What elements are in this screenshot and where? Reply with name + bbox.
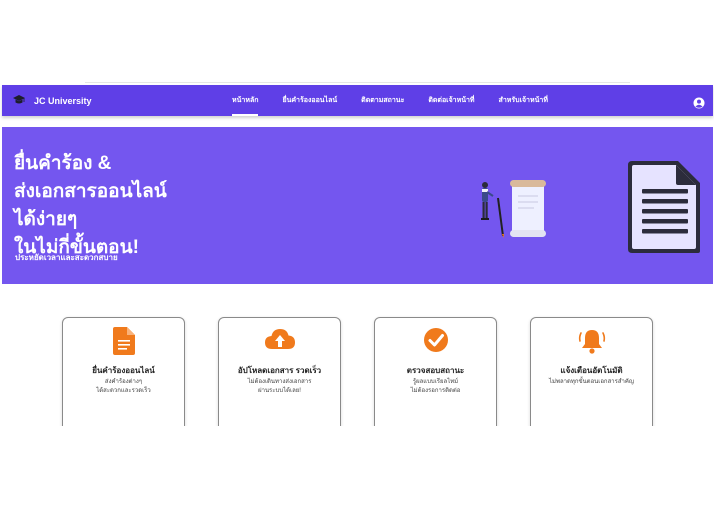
graduation-cap-icon <box>12 91 26 110</box>
feature-title: อัปโหลดเอกสาร รวดเร็ว <box>237 366 322 375</box>
cloud-upload-icon <box>264 327 296 357</box>
document-icon <box>112 327 135 359</box>
hero-title: ยื่นคำร้อง & ส่งเอกสารออนไลน์ ได้ง่ายๆ ใ… <box>14 153 167 258</box>
brand[interactable]: JC University <box>12 85 92 116</box>
nav-item-for-staff[interactable]: สำหรับเจ้าหน้าที่ <box>499 93 548 108</box>
bell-icon <box>578 327 606 359</box>
nav-item-home[interactable]: หน้าหลัก <box>232 93 259 116</box>
feature-card-submit[interactable]: ยื่นคำร้องออนไลน์ ส่งคำร้องต่างๆ ได้สะดว… <box>62 317 185 439</box>
feature-description: ไม่ต้องเดินทางส่งเอกสาร ผ่านระบบได้เลย! <box>247 379 312 394</box>
feature-description: รู้ผลแบบเรียลไทม์ ไม่ต้องรอการติดต่อ <box>410 379 461 394</box>
feature-description: ไม่พลาดทุกขั้นตอนเอกสารสำคัญ <box>549 379 634 385</box>
main-nav: หน้าหลัก ยื่นคำร้องออนไลน์ ติดตามสถานะ ต… <box>232 85 572 116</box>
navbar: JC University หน้าหลัก ยื่นคำร้องออนไลน์… <box>2 85 713 116</box>
nav-item-track-status[interactable]: ติดตามสถานะ <box>361 93 404 108</box>
user-circle-icon[interactable] <box>693 94 705 113</box>
brand-name: JC University <box>34 95 92 106</box>
feature-card-upload[interactable]: อัปโหลดเอกสาร รวดเร็ว ไม่ต้องเดินทางส่งเ… <box>218 317 341 439</box>
feature-title: แจ้งเตือนอัตโนมัติ <box>560 366 623 375</box>
feature-description: ส่งคำร้องต่างๆ ได้สะดวกและรวดเร็ว <box>96 379 151 394</box>
feature-title: ยื่นคำร้องออนไลน์ <box>92 366 155 375</box>
nav-item-contact-staff[interactable]: ติดต่อเจ้าหน้าที่ <box>428 93 474 108</box>
feature-title: ตรวจสอบสถานะ <box>406 366 465 375</box>
feature-card-status[interactable]: ตรวจสอบสถานะ รู้ผลแบบเรียลไทม์ ไม่ต้องรอ… <box>374 317 497 439</box>
page-bottom-blank <box>0 426 714 512</box>
check-circle-icon <box>423 327 449 357</box>
document-illustration-icon <box>626 159 702 259</box>
person-scroll-illustration <box>474 178 554 244</box>
hero-subtitle: ประหยัดเวลาและสะดวกสบาย <box>15 253 118 262</box>
nav-item-submit-request[interactable]: ยื่นคำร้องออนไลน์ <box>282 93 337 108</box>
top-divider <box>85 82 630 83</box>
feature-card-notify[interactable]: แจ้งเตือนอัตโนมัติ ไม่พลาดทุกขั้นตอนเอกส… <box>530 317 653 439</box>
hero-banner: ยื่นคำร้อง & ส่งเอกสารออนไลน์ ได้ง่ายๆ ใ… <box>2 127 713 284</box>
